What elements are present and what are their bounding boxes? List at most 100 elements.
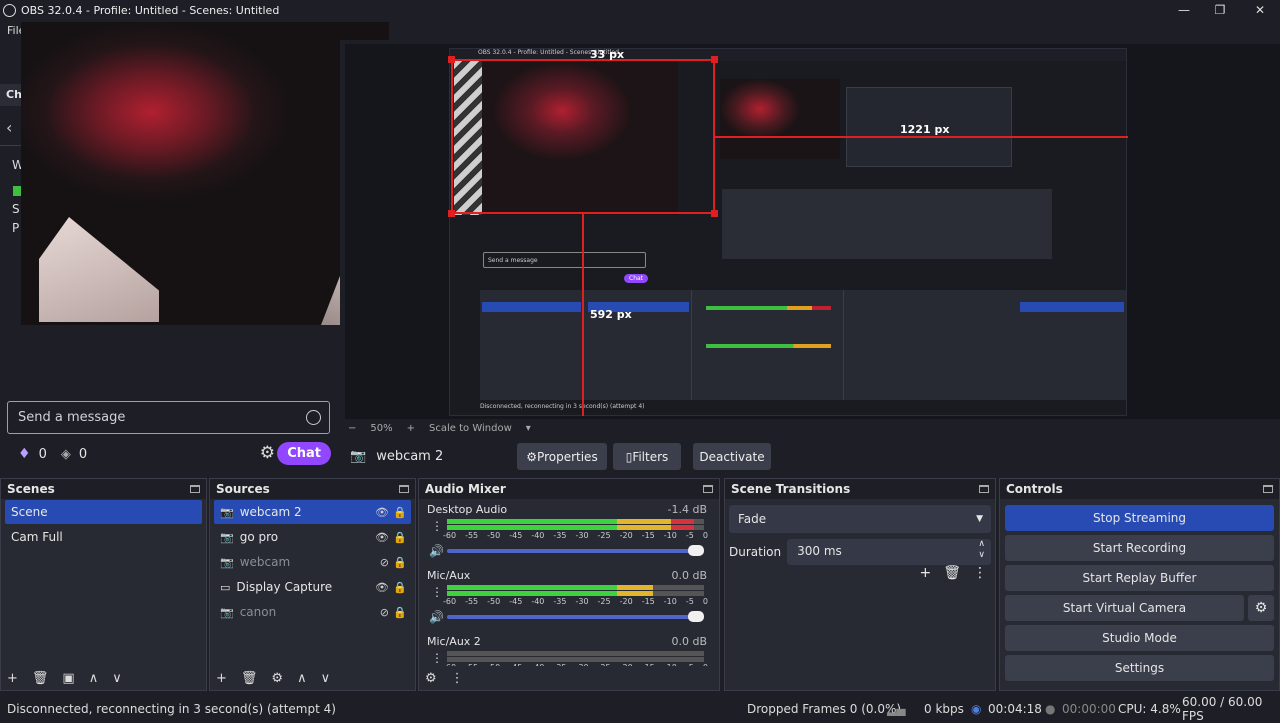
eye-icon[interactable]: 👁 <box>375 581 389 594</box>
tick-label: -55 <box>465 597 479 606</box>
duration-input[interactable]: 300 ms <box>787 539 991 565</box>
filter-icon[interactable]: ▣ <box>62 671 74 686</box>
tick-label: -60 <box>443 531 457 540</box>
start-virtual-camera-button[interactable]: Start Virtual Camera <box>1005 595 1244 621</box>
float-icon[interactable] <box>703 485 713 493</box>
chat-button[interactable]: Chat <box>277 442 331 465</box>
add-icon[interactable]: + <box>919 565 931 581</box>
float-icon[interactable] <box>190 485 200 493</box>
kebab-icon[interactable]: ⋮ <box>431 651 443 665</box>
maximize-button[interactable]: ❐ <box>1200 0 1240 20</box>
zoom-out-button[interactable]: − <box>348 423 356 434</box>
chat-message-input[interactable]: Send a message <box>7 401 330 434</box>
settings-button[interactable]: Settings <box>1005 655 1274 681</box>
camera-icon: 📷 <box>220 505 234 519</box>
virtual-camera-config-icon[interactable]: ⚙ <box>1248 595 1274 621</box>
chat-actions-row: ♦ 0 ◈ 0 ⚙ Chat <box>18 442 333 466</box>
add-icon[interactable]: + <box>216 671 227 686</box>
chevron-up-icon[interactable]: ∧ <box>297 671 307 686</box>
deactivate-button[interactable]: Deactivate <box>693 443 771 470</box>
measure-label-right: 1221 px <box>900 123 950 136</box>
float-icon[interactable] <box>1263 485 1273 493</box>
properties-button[interactable]: ⚙ Properties <box>517 443 607 470</box>
start-recording-button[interactable]: Start Recording <box>1005 535 1274 561</box>
stop-streaming-button[interactable]: Stop Streaming <box>1005 505 1274 531</box>
trash-icon[interactable]: 🗑 <box>241 671 258 686</box>
trash-icon[interactable]: 🗑 <box>943 565 961 581</box>
volume-slider[interactable] <box>447 545 704 556</box>
cpu-usage: CPU: 4.8% <box>1118 701 1181 716</box>
eye-off-icon[interactable]: ⊘ <box>380 606 389 619</box>
audio-mixer-title: Audio Mixer <box>425 482 506 496</box>
chevron-down-icon[interactable]: ∨ <box>321 671 331 686</box>
source-item[interactable]: 📷 webcam 2 👁 🔒 <box>214 500 411 524</box>
source-item[interactable]: 📷 go pro 👁 🔒 <box>214 525 411 549</box>
kebab-icon[interactable]: ⋮ <box>451 671 464 686</box>
gear-icon[interactable]: ⚙ <box>271 671 283 686</box>
close-button[interactable]: ✕ <box>1240 0 1280 20</box>
stream-time: 00:04:18 <box>988 701 1042 716</box>
tick-label: -5 <box>685 531 694 540</box>
chevron-down-icon[interactable]: ∨ <box>112 671 122 686</box>
channel-db: -1.4 dB <box>667 503 708 516</box>
advanced-audio-icon[interactable]: ⚙ <box>425 671 437 686</box>
chevron-down-icon[interactable]: ▾ <box>526 423 531 434</box>
source-item[interactable]: 📷 canon ⊘ 🔒 <box>214 600 411 624</box>
source-item[interactable]: ▭ Display Capture 👁 🔒 <box>214 575 411 599</box>
zoom-in-button[interactable]: + <box>407 423 415 434</box>
volume-slider[interactable] <box>447 611 704 622</box>
resize-handle[interactable] <box>711 56 718 63</box>
tick-label: -20 <box>619 597 633 606</box>
points-icon: ◈ <box>60 446 71 462</box>
source-item[interactable]: 📷 webcam ⊘ 🔒 <box>214 550 411 574</box>
kebab-icon[interactable]: ⋮ <box>973 565 987 581</box>
tick-label: -60 <box>443 597 457 606</box>
scene-item[interactable]: Cam Full <box>5 525 202 549</box>
lock-icon[interactable]: 🔒 <box>393 556 407 569</box>
sources-header: Sources <box>210 479 415 499</box>
chevron-up-icon[interactable]: ∧ <box>89 671 99 686</box>
float-icon[interactable] <box>979 485 989 493</box>
speaker-icon[interactable]: 🔊 <box>429 610 444 624</box>
resize-handle[interactable] <box>448 210 455 217</box>
duration-stepper[interactable]: ∧ ∨ <box>978 539 985 561</box>
lock-icon[interactable]: 🔒 <box>393 531 407 544</box>
selection-outline[interactable] <box>451 59 715 214</box>
eye-icon[interactable]: 👁 <box>375 531 389 544</box>
eye-icon[interactable]: 👁 <box>375 506 389 519</box>
webcam-floating-preview[interactable] <box>21 22 389 325</box>
scale-mode-select[interactable]: Scale to Window <box>429 423 512 434</box>
nested-msg-box: Send a message <box>483 252 646 268</box>
eye-off-icon[interactable]: ⊘ <box>380 556 389 569</box>
lock-icon[interactable]: 🔒 <box>393 506 407 519</box>
start-replay-buffer-button[interactable]: Start Replay Buffer <box>1005 565 1274 591</box>
lock-icon[interactable]: 🔒 <box>393 606 407 619</box>
record-icon: ● <box>1045 701 1056 716</box>
tick-label: -40 <box>531 597 545 606</box>
minimize-button[interactable]: — <box>1164 0 1204 20</box>
filters-button[interactable]: ▯ Filters <box>613 443 681 470</box>
lock-icon[interactable]: 🔒 <box>393 581 407 594</box>
volume-knob[interactable] <box>688 545 704 556</box>
source-label: webcam <box>239 555 291 569</box>
resize-handle[interactable] <box>711 210 718 217</box>
add-icon[interactable]: + <box>7 671 18 686</box>
chevron-left-icon[interactable]: ‹ <box>6 118 12 137</box>
volume-knob[interactable] <box>688 611 704 622</box>
nested-webcam-2 <box>720 79 840 159</box>
selected-source-name: webcam 2 <box>376 448 444 464</box>
kebab-icon[interactable]: ⋮ <box>431 519 443 533</box>
studio-mode-button[interactable]: Studio Mode <box>1005 625 1274 651</box>
resize-handle[interactable] <box>448 56 455 63</box>
emoji-icon[interactable] <box>306 410 321 425</box>
kebab-icon[interactable]: ⋮ <box>431 585 443 599</box>
scene-item[interactable]: Scene <box>5 500 202 524</box>
speaker-icon[interactable]: 🔊 <box>429 544 444 558</box>
trash-icon[interactable]: 🗑 <box>32 671 49 686</box>
audio-mixer-dock: Audio Mixer Desktop Audio -1.4 dB ⋮ -60 -55-… <box>418 478 720 691</box>
tick-label: -25 <box>597 597 611 606</box>
transition-select[interactable]: Fade ▼ <box>729 505 991 533</box>
float-icon[interactable] <box>399 485 409 493</box>
gear-icon[interactable]: ⚙ <box>260 443 275 463</box>
nested-docks <box>722 189 1052 259</box>
